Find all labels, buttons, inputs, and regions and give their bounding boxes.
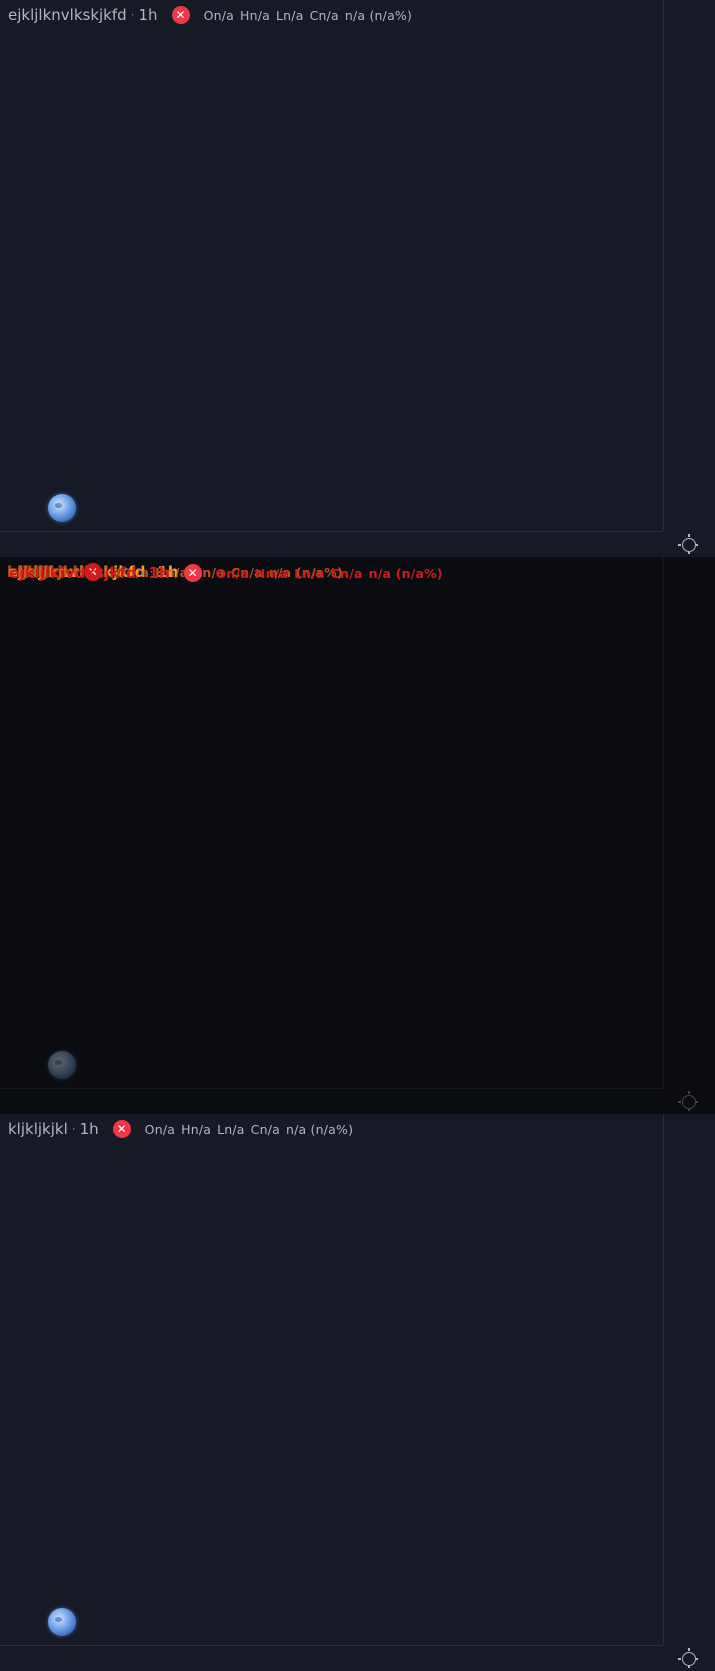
close-icon[interactable]: ✕	[171, 6, 190, 24]
price-axis[interactable]	[663, 0, 715, 531]
series-legend[interactable]: ejkljlknvlkskjkfd · 1h ✕ On/a Hn/a Ln/a Cn/…	[8, 4, 418, 26]
close-value: Cn/a	[309, 7, 339, 23]
legend-separator: ·	[140, 566, 145, 580]
interval-label[interactable]: 1h	[139, 6, 158, 24]
close-icon[interactable]: ✕	[112, 1120, 131, 1138]
low-value: Ln/a	[276, 7, 304, 23]
symbol-title[interactable]: kljkljkjkl	[8, 1120, 68, 1138]
interval-label[interactable]: 1h	[80, 1120, 99, 1138]
gear-icon	[678, 1647, 698, 1668]
high-value: Hn/a	[240, 7, 270, 23]
legend-separator: ·	[130, 8, 135, 22]
low-value: Ln/a	[294, 565, 325, 581]
ohlc-values: On/a Hn/a Ln/a Cn/a n/a (n/a%)	[216, 566, 449, 581]
chart-pane-1[interactable]: ejkljlknvlkskjkfd · 1h ✕ On/a Hn/a Ln/a Cn/…	[0, 0, 715, 557]
close-icon[interactable]: ✕	[183, 564, 202, 582]
low-value: Ln/a	[217, 1121, 245, 1137]
interval-label[interactable]: 1h	[148, 564, 169, 582]
moon-logo-icon[interactable]	[48, 494, 76, 522]
change-value: n/a (n/a%)	[285, 1121, 354, 1137]
price-axis[interactable]	[663, 1114, 715, 1645]
chart-pane-3[interactable]: kljkljkjkl · 1h ✕ On/a Hn/a Ln/a Cn/a n/a (n…	[0, 1114, 715, 1671]
chart-plot-area[interactable]	[0, 0, 663, 532]
moon-logo-icon[interactable]	[48, 1608, 76, 1636]
chart-settings-button[interactable]	[663, 1646, 715, 1671]
chart-plot-area[interactable]	[0, 1114, 663, 1646]
change-value: n/a (n/a%)	[344, 7, 413, 23]
gear-icon	[678, 1090, 698, 1111]
ohlc-values: On/a Hn/a Ln/a Cn/a n/a (n/a%)	[204, 8, 419, 23]
time-axis[interactable]	[0, 532, 663, 557]
gear-icon	[678, 533, 698, 554]
series-legend[interactable]: kljkljkjkl · 1h ✕ On/a Hn/a Ln/a Cn/a n/a (n…	[8, 1118, 359, 1140]
high-value: Hn/a	[254, 565, 289, 581]
change-value: n/a (n/a%)	[368, 565, 443, 581]
price-axis[interactable]	[663, 557, 715, 1088]
time-axis[interactable]	[0, 1089, 663, 1114]
chart-settings-button[interactable]	[663, 1089, 715, 1114]
moon-logo-icon[interactable]	[48, 1051, 76, 1079]
open-value: On/a	[203, 7, 234, 23]
time-axis[interactable]	[0, 1646, 663, 1671]
chart-settings-button[interactable]	[663, 532, 715, 557]
series-legend[interactable]: ejkljlkivdksjkfd · 1h ✕ On/a Hn/a Ln/a Cn/a…	[9, 562, 449, 584]
close-value: Cn/a	[250, 1121, 280, 1137]
legend-separator: ·	[71, 1122, 76, 1136]
symbol-title[interactable]: ejkljlknvlkskjkfd	[8, 6, 127, 24]
symbol-title[interactable]: ejkljlkivdksjkfd	[9, 564, 137, 582]
open-value: On/a	[215, 565, 249, 581]
ohlc-values: On/a Hn/a Ln/a Cn/a n/a (n/a%)	[145, 1122, 360, 1137]
close-value: Cn/a	[330, 565, 363, 581]
open-value: On/a	[144, 1121, 176, 1137]
high-value: Hn/a	[181, 1121, 212, 1137]
chart-plot-area[interactable]	[0, 557, 663, 1089]
chart-pane-2[interactable]: ejkljlknvlkskjkfd · 1h kljkljkjkl ✕ On/a…	[0, 557, 715, 1114]
